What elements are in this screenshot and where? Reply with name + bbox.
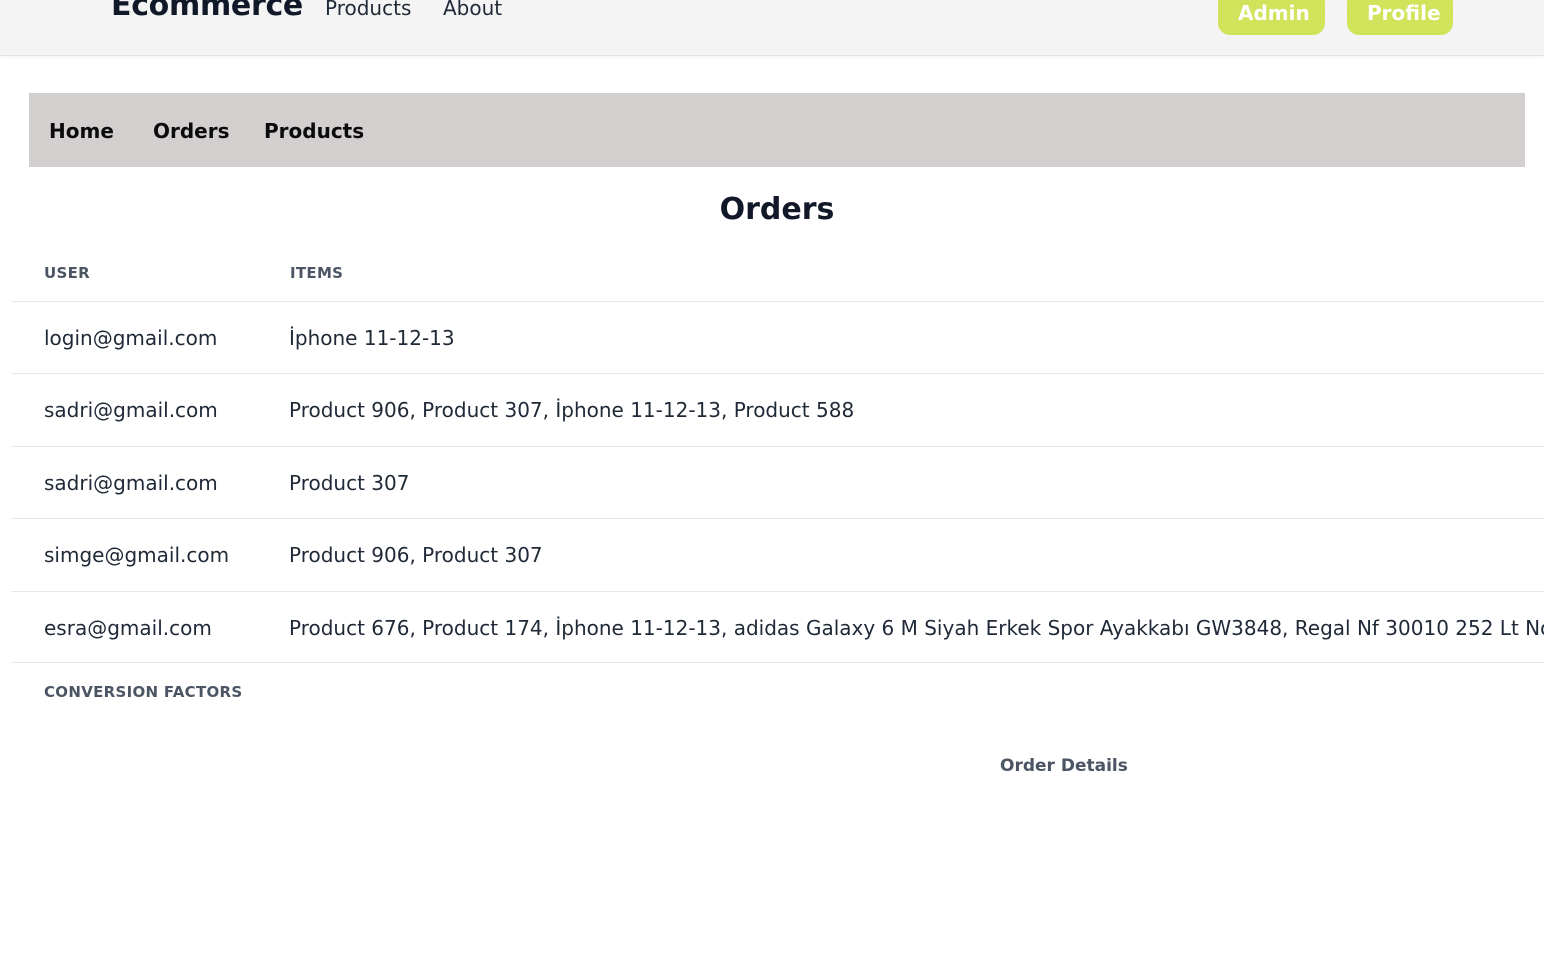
admin-button[interactable]: Admin — [1218, 0, 1325, 35]
top-navbar: Ecommerce Products About Admin Profile — [0, 0, 1544, 56]
row-user-email: sadri@gmail.com — [44, 398, 218, 422]
row-items: Product 906, Product 307, İphone 11-12-1… — [289, 398, 855, 422]
row-items: İphone 11-12-13 — [289, 326, 455, 350]
admin-nav-orders[interactable]: Orders — [153, 119, 230, 143]
row-user-email: login@gmail.com — [44, 326, 218, 350]
row-items: Product 307 — [289, 471, 410, 495]
table-row[interactable]: login@gmail.com İphone 11-12-13 — [11, 301, 1544, 373]
row-user-email: sadri@gmail.com — [44, 471, 218, 495]
table-row[interactable]: sadri@gmail.com Product 906, Product 307… — [11, 373, 1544, 445]
admin-nav-home[interactable]: Home — [49, 119, 114, 143]
admin-subnav: Home Orders Products — [29, 93, 1525, 167]
nav-link-products[interactable]: Products — [325, 0, 411, 20]
order-details-link[interactable]: Order Details — [1000, 756, 1128, 776]
table-row[interactable]: simge@gmail.com Product 906, Product 307 — [11, 518, 1544, 590]
column-header-user: USER — [44, 264, 90, 282]
column-header-items: ITEMS — [290, 264, 344, 282]
admin-nav-products[interactable]: Products — [264, 119, 364, 143]
row-items: Product 676, Product 174, İphone 11-12-1… — [289, 616, 1544, 640]
table-row[interactable]: esra@gmail.com Product 676, Product 174,… — [11, 591, 1544, 663]
row-user-email: esra@gmail.com — [44, 616, 212, 640]
page-title: Orders — [719, 192, 835, 227]
row-items: Product 906, Product 307 — [289, 543, 543, 567]
table-footer-label: CONVERSION FACTORS — [44, 683, 243, 701]
row-user-email: simge@gmail.com — [44, 543, 230, 567]
brand-logo-text[interactable]: Ecommerce — [111, 0, 303, 23]
profile-button[interactable]: Profile — [1347, 0, 1453, 35]
table-row[interactable]: sadri@gmail.com Product 307 — [11, 446, 1544, 518]
nav-link-about[interactable]: About — [443, 0, 502, 20]
